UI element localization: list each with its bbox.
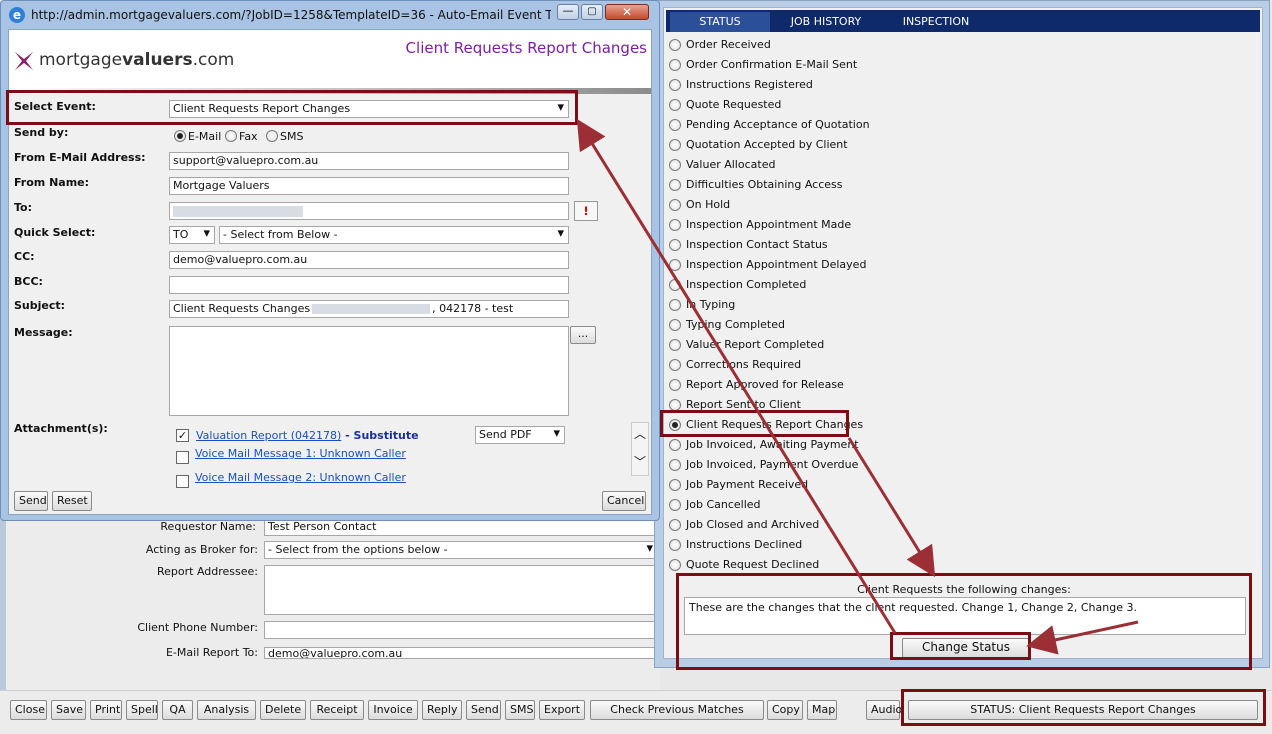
- arrow-to-change-status: [1026, 620, 1139, 655]
- annotation-arrows: [576, 118, 1139, 655]
- arrow-to-select-event: [576, 118, 897, 634]
- arrow-to-changes-box: [847, 437, 936, 578]
